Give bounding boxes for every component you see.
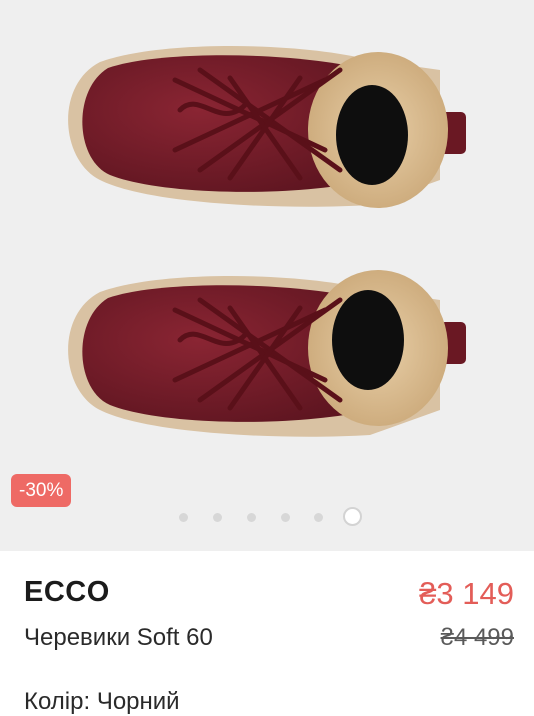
gallery-pagination xyxy=(0,507,534,529)
price-old: ₴4 499 xyxy=(440,624,514,651)
shoe-top xyxy=(68,46,466,208)
gallery-dot[interactable] xyxy=(179,513,188,522)
gallery-dot[interactable] xyxy=(247,513,256,522)
shoe-bottom xyxy=(68,270,466,437)
price-current: ₴3 149 xyxy=(419,576,514,611)
product-image-gallery[interactable]: -30% xyxy=(0,0,534,551)
product-info: ECCO Черевики Soft 60 ₴3 149 ₴4 499 Колі… xyxy=(0,551,534,715)
brand-name[interactable]: ECCO xyxy=(24,576,110,609)
gallery-dot-active[interactable] xyxy=(343,507,362,526)
product-detail-line: Колір: Чорний xyxy=(24,688,180,715)
discount-badge: -30% xyxy=(11,474,72,507)
gallery-dot[interactable] xyxy=(314,513,323,522)
product-title: Черевики Soft 60 xyxy=(24,624,213,651)
gallery-dot[interactable] xyxy=(281,513,290,522)
gallery-dot[interactable] xyxy=(213,513,222,522)
product-image xyxy=(68,46,466,437)
